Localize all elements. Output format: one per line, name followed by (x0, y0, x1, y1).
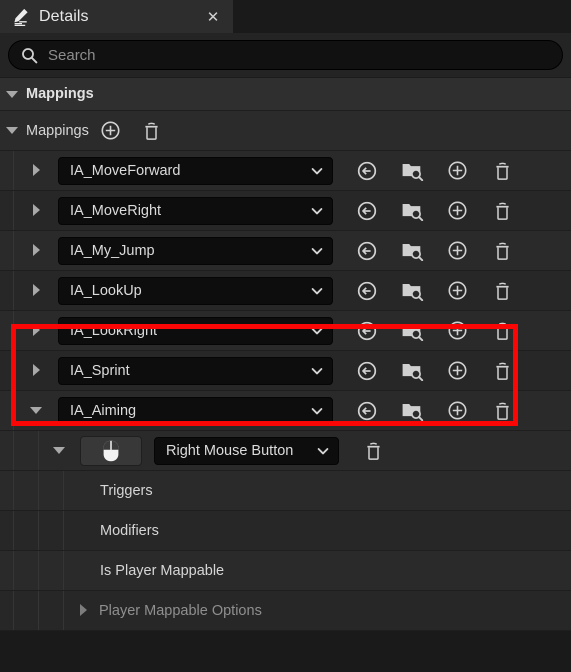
mapping-row[interactable]: IA_Aiming (0, 391, 571, 431)
property-list: Triggers Modifiers Is Player Mappable Playe… (0, 471, 571, 631)
close-icon[interactable]: ✕ (205, 9, 221, 26)
remove-mapping-button[interactable] (490, 279, 514, 303)
chevron-right-icon[interactable] (77, 604, 90, 617)
remove-mapping-button[interactable] (490, 359, 514, 383)
browse-to-asset-icon[interactable] (355, 319, 379, 343)
property-label: Triggers (100, 482, 153, 499)
property-label: Modifiers (100, 522, 159, 539)
folder-search-icon[interactable] (400, 319, 424, 343)
add-binding-button[interactable] (445, 239, 469, 263)
browse-to-asset-icon[interactable] (355, 279, 379, 303)
chevron-down-icon (310, 204, 324, 218)
browse-to-asset-icon[interactable] (355, 359, 379, 383)
chevron-down-icon (310, 244, 324, 258)
input-action-value: IA_LookUp (70, 282, 142, 299)
chevron-down-icon (310, 324, 324, 338)
mapping-row[interactable]: IA_Sprint (0, 351, 571, 391)
mapping-row[interactable]: IA_MoveRight (0, 191, 571, 231)
folder-search-icon[interactable] (400, 279, 424, 303)
details-content: Mappings Mappings IA_MoveForward IA_MoveR… (0, 78, 571, 631)
add-binding-button[interactable] (445, 279, 469, 303)
chevron-right-icon[interactable] (30, 284, 43, 297)
add-binding-button[interactable] (445, 319, 469, 343)
add-binding-button[interactable] (445, 159, 469, 183)
folder-search-icon[interactable] (400, 239, 424, 263)
property-label: Is Player Mappable (100, 562, 225, 579)
property-row[interactable]: Player Mappable Options (0, 591, 571, 631)
chevron-down-icon[interactable] (53, 444, 66, 457)
chevron-right-icon[interactable] (30, 364, 43, 377)
array-label: Mappings (26, 122, 89, 139)
remove-mapping-button[interactable] (490, 159, 514, 183)
chevron-down-icon (310, 404, 324, 418)
input-action-combo[interactable]: IA_MoveForward (58, 156, 333, 185)
input-action-combo[interactable]: IA_Sprint (58, 356, 333, 385)
search-icon (21, 47, 38, 64)
input-action-value: IA_MoveForward (70, 162, 181, 179)
remove-mapping-button[interactable] (490, 319, 514, 343)
property-row[interactable]: Triggers (0, 471, 571, 511)
mapping-row[interactable]: IA_My_Jump (0, 231, 571, 271)
input-action-value: IA_My_Jump (70, 242, 155, 259)
mapping-row[interactable]: IA_MoveForward (0, 151, 571, 191)
browse-to-asset-icon[interactable] (355, 399, 379, 423)
input-action-combo[interactable]: IA_LookRight (58, 316, 333, 345)
input-action-value: IA_MoveRight (70, 202, 162, 219)
add-binding-button[interactable] (445, 399, 469, 423)
key-binding-row[interactable]: Right Mouse Button (0, 431, 571, 471)
browse-to-asset-icon[interactable] (355, 239, 379, 263)
chevron-down-icon (310, 364, 324, 378)
search-placeholder: Search (48, 46, 96, 64)
input-action-combo[interactable]: IA_Aiming (58, 396, 333, 425)
chevron-down-icon[interactable] (30, 404, 43, 417)
property-row[interactable]: Is Player Mappable (0, 551, 571, 591)
chevron-down-icon[interactable] (6, 124, 19, 137)
browse-to-asset-icon[interactable] (355, 159, 379, 183)
search-row: Search (0, 33, 571, 78)
input-action-value: IA_LookRight (70, 322, 158, 339)
add-binding-button[interactable] (445, 199, 469, 223)
mapping-list: IA_MoveForward IA_MoveRight IA_My_Jump IA_L… (0, 151, 571, 471)
browse-to-asset-icon[interactable] (355, 199, 379, 223)
key-value: Right Mouse Button (166, 442, 294, 459)
tab-title: Details (39, 7, 89, 25)
folder-search-icon[interactable] (400, 399, 424, 423)
key-combo[interactable]: Right Mouse Button (154, 436, 339, 465)
input-action-combo[interactable]: IA_My_Jump (58, 236, 333, 265)
input-action-combo[interactable]: IA_LookUp (58, 276, 333, 305)
chevron-down-icon (310, 164, 324, 178)
remove-mapping-button[interactable] (490, 239, 514, 263)
chevron-down-icon (316, 444, 330, 458)
category-label: Mappings (26, 86, 94, 102)
remove-mapping-button[interactable] (490, 199, 514, 223)
property-label: Player Mappable Options (99, 602, 262, 619)
mapping-row[interactable]: IA_LookRight (0, 311, 571, 351)
chevron-down-icon (310, 284, 324, 298)
input-action-combo[interactable]: IA_MoveRight (58, 196, 333, 225)
remove-mapping-button[interactable] (490, 399, 514, 423)
tab-bar: Details ✕ (0, 0, 571, 33)
mapping-row[interactable]: IA_LookUp (0, 271, 571, 311)
search-input[interactable]: Search (8, 40, 563, 70)
array-header-mappings[interactable]: Mappings (0, 111, 571, 151)
property-row[interactable]: Modifiers (0, 511, 571, 551)
folder-search-icon[interactable] (400, 159, 424, 183)
chevron-right-icon[interactable] (30, 244, 43, 257)
tab-details[interactable]: Details ✕ (0, 0, 233, 33)
add-mapping-button[interactable] (99, 119, 123, 143)
chevron-right-icon[interactable] (30, 204, 43, 217)
mouse-icon[interactable] (80, 435, 142, 466)
chevron-down-icon[interactable] (6, 88, 19, 101)
chevron-right-icon[interactable] (30, 324, 43, 337)
category-mappings[interactable]: Mappings (0, 78, 571, 111)
details-pencil-icon (10, 7, 30, 27)
folder-search-icon[interactable] (400, 199, 424, 223)
input-action-value: IA_Aiming (70, 402, 137, 419)
clear-mappings-button[interactable] (140, 119, 164, 143)
chevron-right-icon[interactable] (30, 164, 43, 177)
folder-search-icon[interactable] (400, 359, 424, 383)
add-binding-button[interactable] (445, 359, 469, 383)
input-action-value: IA_Sprint (70, 362, 130, 379)
remove-key-button[interactable] (361, 439, 385, 463)
